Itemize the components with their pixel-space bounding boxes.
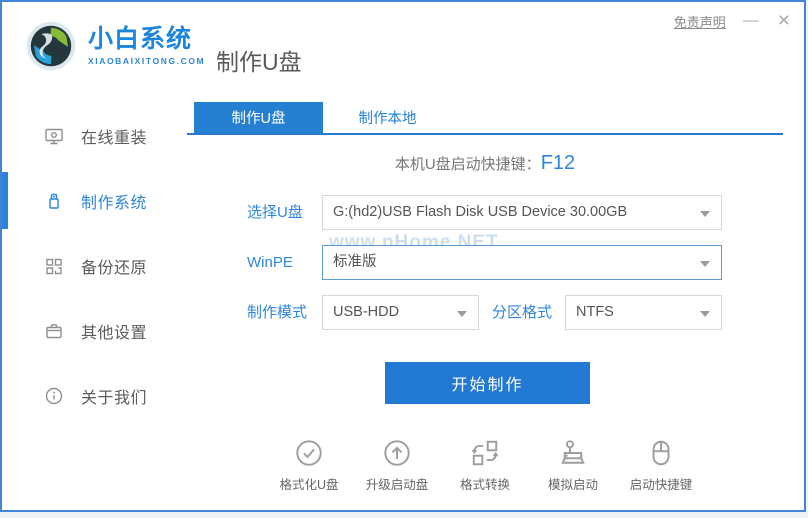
tool-label: 启动快捷键 — [629, 478, 693, 492]
mouse-icon — [652, 440, 670, 466]
tool-format-convert[interactable]: 格式转换 — [446, 438, 525, 493]
tab-make-usb[interactable]: 制作U盘 — [194, 102, 323, 133]
tool-upgrade-boot-disk[interactable]: 升级启动盘 — [358, 438, 437, 493]
brand-domain: XIAOBAIXITONG.COM — [88, 56, 206, 66]
make-mode-value: USB-HDD — [333, 304, 400, 320]
sidebar-item-make-system[interactable]: 制作系统 — [2, 168, 187, 233]
chevron-down-icon — [457, 311, 467, 317]
brand-text: 小白系统 XIAOBAIXITONG.COM — [88, 25, 206, 67]
minimize-button[interactable]: — — [740, 11, 762, 31]
window-controls: 免责声明 — × — [674, 10, 792, 31]
partition-format-label: 分区格式 — [492, 304, 553, 321]
sidebar-item-online-reinstall[interactable]: 在线重装 — [2, 103, 187, 168]
winpe-label: WinPE — [247, 254, 293, 271]
monitor-reinstall-icon — [45, 128, 63, 144]
boot-hotkey-line: 本机U盘启动快捷键：F12 — [187, 152, 783, 180]
tool-label: 模拟启动 — [547, 478, 598, 492]
usb-select-dropdown[interactable]: G:(hd2)USB Flash Disk USB Device 30.00GB — [322, 195, 722, 230]
boot-hotkey-label: 本机U盘启动快捷键： — [394, 156, 541, 173]
app-logo-icon — [26, 21, 76, 71]
check-circle-icon — [296, 440, 322, 466]
sidebar-item-label: 关于我们 — [81, 389, 148, 407]
partition-format-value: NTFS — [576, 304, 614, 320]
convert-icon — [471, 440, 499, 466]
tab-make-local[interactable]: 制作本地 — [323, 102, 452, 133]
app-window: 小白系统 XIAOBAIXITONG.COM 制作U盘 免责声明 — × 在线重… — [0, 0, 806, 512]
sidebar-item-label: 在线重装 — [81, 129, 148, 147]
sidebar-item-other-settings[interactable]: 其他设置 — [2, 298, 187, 363]
arrow-up-circle-icon — [384, 440, 410, 466]
make-mode-dropdown[interactable]: USB-HDD — [322, 295, 479, 330]
chevron-down-icon — [700, 211, 710, 217]
info-icon — [45, 387, 63, 404]
main-content: 制作U盘 制作本地 本机U盘启动快捷键：F12 选择U盘 G:(hd2)USB … — [187, 96, 804, 510]
usb-select-label: 选择U盘 — [247, 204, 303, 221]
tool-label: 升级启动盘 — [365, 478, 429, 492]
winpe-value: 标准版 — [333, 254, 377, 270]
tab-bar: 制作U盘 制作本地 — [187, 102, 783, 135]
sidebar-item-backup-restore[interactable]: 备份还原 — [2, 233, 187, 298]
disclaimer-link[interactable]: 免责声明 — [674, 12, 726, 31]
sidebar-item-label: 制作系统 — [81, 194, 148, 212]
make-mode-label: 制作模式 — [247, 304, 308, 321]
chevron-down-icon — [700, 311, 710, 317]
brand-name: 小白系统 — [88, 25, 193, 53]
sidebar-item-about-us[interactable]: 关于我们 — [2, 363, 187, 428]
partition-format-dropdown[interactable]: NTFS — [565, 295, 722, 330]
tool-format-usb[interactable]: 格式化U盘 — [270, 438, 349, 493]
sidebar-item-label: 备份还原 — [81, 259, 148, 277]
chevron-down-icon — [700, 261, 710, 267]
tool-boot-hotkey[interactable]: 启动快捷键 — [622, 438, 701, 493]
bottom-toolbar: 格式化U盘 升级启动盘 格式转换 模拟启动 启动快捷键 — [187, 438, 783, 493]
tool-label: 格式转换 — [459, 478, 510, 492]
sidebar-item-label: 其他设置 — [81, 324, 148, 342]
page-title: 制作U盘 — [216, 49, 302, 75]
briefcase-icon — [46, 323, 62, 338]
winpe-dropdown[interactable]: 标准版 — [322, 245, 722, 280]
joystick-icon — [561, 440, 585, 464]
backup-grid-icon — [46, 258, 62, 274]
start-make-button[interactable]: 开始制作 — [385, 362, 590, 404]
title-bar: 小白系统 XIAOBAIXITONG.COM 制作U盘 免责声明 — × — [2, 2, 804, 96]
sidebar: 在线重装 制作系统 备份还原 其他设置 关于我们 — [2, 96, 187, 510]
boot-hotkey-value: F12 — [540, 152, 576, 174]
active-indicator-bar — [2, 172, 8, 229]
tool-label: 格式化U盘 — [279, 478, 339, 492]
usb-select-value: G:(hd2)USB Flash Disk USB Device 30.00GB — [333, 204, 628, 220]
tool-simulate-boot[interactable]: 模拟启动 — [534, 438, 613, 493]
close-button[interactable]: × — [776, 10, 792, 31]
usb-drive-icon — [49, 193, 59, 209]
